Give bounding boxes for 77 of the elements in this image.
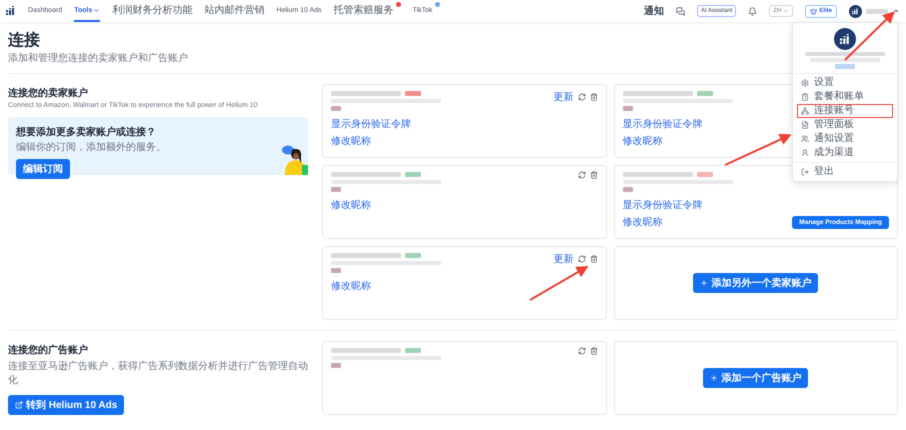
logout-icon — [801, 168, 809, 176]
blurred-text — [622, 187, 632, 192]
section-title: 连接您的广告账户 — [8, 343, 89, 357]
annotation-arrow — [844, 11, 895, 61]
notify-label[interactable]: 通知 — [644, 4, 664, 18]
refresh-icon[interactable] — [578, 93, 586, 101]
annotation-arrow — [724, 134, 792, 166]
blurred-text — [331, 268, 341, 273]
network-icon — [801, 107, 809, 115]
blurred-text — [331, 348, 401, 353]
logo-icon — [6, 6, 16, 16]
edit-subscription-button[interactable]: 编辑订阅 — [16, 159, 70, 179]
menu-item[interactable]: 连接账号 — [797, 104, 893, 118]
plus-icon — [700, 279, 708, 287]
blurred-text — [622, 106, 632, 111]
refresh-icon[interactable] — [578, 171, 586, 179]
clipboard-icon — [801, 93, 809, 101]
section-title: 连接您的卖家账户 — [8, 86, 89, 100]
account-link[interactable]: 修改昵称 — [331, 279, 371, 293]
section-description: 连接至亚马逊广告账户，获得广告系列数据分析并进行广告管理自动化 — [8, 360, 308, 387]
caret-icon[interactable] — [892, 7, 900, 15]
bell-icon — [748, 6, 758, 16]
logo-icon — [840, 34, 850, 44]
person-drawing — [282, 145, 308, 175]
blurred-text — [331, 106, 341, 111]
refresh-icon[interactable] — [578, 347, 586, 355]
nav-tab[interactable]: 站内邮件营销 — [204, 0, 264, 22]
crown-icon — [810, 8, 818, 14]
annotation-arrow — [530, 266, 588, 301]
account-link[interactable]: 修改昵称 — [622, 215, 702, 229]
blurred-text — [331, 363, 341, 368]
settings-icon — [801, 79, 809, 87]
account-link[interactable]: 修改昵称 — [331, 198, 371, 212]
add-account-button[interactable]: 添加另外一个卖家账户 — [693, 273, 818, 293]
account-link[interactable]: 修改昵称 — [622, 134, 702, 148]
add-account-button[interactable]: 添加一个广告账户 — [703, 368, 808, 388]
menu-item[interactable]: 成为渠道 — [797, 146, 893, 160]
delete-icon[interactable] — [590, 255, 598, 263]
nav-tab[interactable]: 利润财务分析功能 — [112, 0, 192, 22]
external-link-icon — [15, 401, 23, 409]
logo-icon — [852, 8, 859, 14]
account-link[interactable]: 显示身份验证令牌 — [331, 117, 411, 131]
blurred-text — [835, 64, 855, 69]
plus-icon — [710, 374, 718, 382]
blurred-text — [622, 172, 692, 177]
page-subtitle: 添加和管理您连接的卖家账户和广告账户 — [8, 52, 188, 65]
go-to-ads-button[interactable]: 转到 Helium 10 Ads — [8, 395, 124, 415]
menu-item[interactable]: 设置 — [797, 76, 893, 90]
delete-icon[interactable] — [590, 347, 598, 355]
delete-icon[interactable] — [590, 171, 598, 179]
people-icon — [801, 135, 809, 143]
blurred-text — [331, 91, 401, 96]
refresh-icon[interactable] — [578, 255, 586, 263]
page-title: 连接 — [8, 30, 40, 51]
document-icon — [801, 121, 809, 129]
blurred-text — [331, 253, 401, 258]
promo-title: 想要添加更多卖家账户或连接？ — [16, 125, 157, 139]
update-link[interactable]: 更新 — [554, 90, 574, 104]
user-avatar[interactable] — [849, 4, 862, 18]
caret-icon — [783, 8, 790, 14]
promo-text: 编辑你的订阅，添加额外的服务。 — [16, 140, 167, 154]
menu-item[interactable]: 套餐和账单 — [797, 90, 893, 104]
logout-item[interactable]: 登出 — [797, 165, 893, 179]
blurred-text — [331, 172, 401, 177]
chat-icon — [676, 6, 685, 16]
menu-item[interactable]: 通知设置 — [797, 132, 893, 146]
blurred-text — [866, 8, 888, 14]
blurred-text — [331, 187, 341, 192]
menu-item[interactable]: 管理面板 — [797, 118, 893, 132]
nav-tab[interactable]: 托管索赔服务 — [334, 0, 401, 22]
update-link[interactable]: 更新 — [554, 252, 574, 266]
account-link[interactable]: 显示身份验证令牌 — [622, 117, 702, 131]
account-link[interactable]: 修改昵称 — [331, 134, 411, 148]
delete-icon[interactable] — [590, 93, 598, 101]
person-icon — [801, 149, 809, 157]
blurred-text — [622, 91, 692, 96]
account-link[interactable]: 显示身份验证令牌 — [622, 198, 702, 212]
